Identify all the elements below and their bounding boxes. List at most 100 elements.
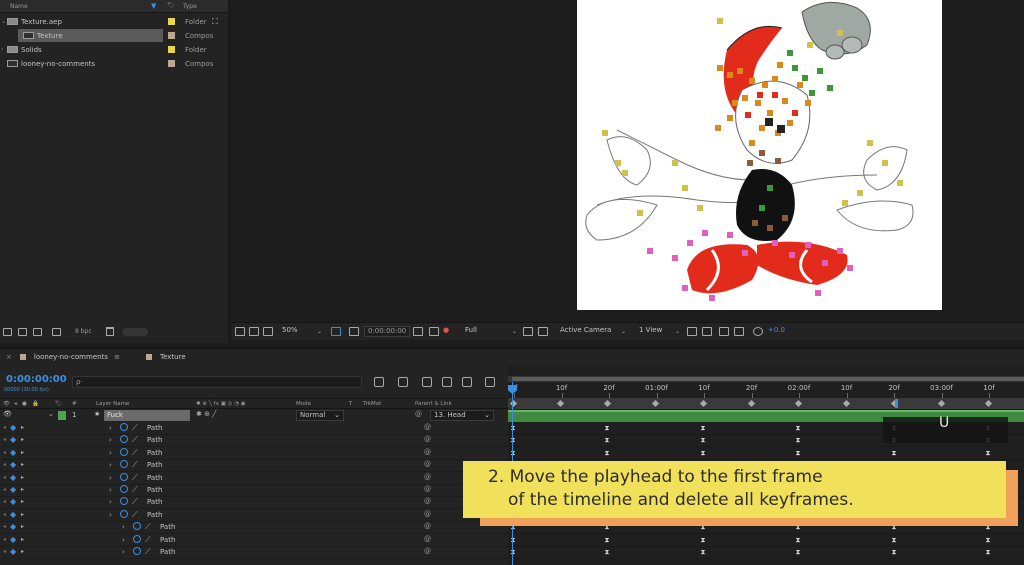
frame-blending-icon[interactable] [442, 377, 452, 387]
project-item[interactable]: › Solids Folder [0, 43, 229, 56]
expression-pick-whip-icon[interactable]: @ [424, 485, 431, 493]
stopwatch-icon[interactable] [120, 509, 128, 518]
keyframe-icon[interactable]: ⧗ [701, 536, 706, 545]
expression-pick-whip-icon[interactable]: @ [424, 473, 431, 481]
graph-icon[interactable]: ⟋ [132, 497, 138, 507]
keyframe-nav-next-icon[interactable]: ▸ [21, 498, 24, 505]
snapshot-icon[interactable] [413, 327, 423, 336]
keyframe-nav-next-icon[interactable]: ▸ [21, 548, 24, 555]
keyframe-icon[interactable]: ⧗ [701, 424, 706, 433]
keyframe-icon[interactable]: ⧗ [796, 548, 801, 557]
exposure-value[interactable]: +0.0 [768, 326, 785, 334]
column-trkmat[interactable]: TrkMat [363, 401, 381, 407]
label-column-icon[interactable]: 🏷 [167, 2, 176, 10]
bit-depth[interactable]: 8 bpc [75, 328, 92, 335]
fast-previews-icon[interactable] [523, 327, 533, 336]
keyframe-icon[interactable]: ⧗ [892, 449, 897, 458]
keyframe-nav-prev-icon[interactable]: ◂ [3, 511, 6, 518]
project-item[interactable]: looney-no-comments Compos [0, 57, 229, 70]
keyframe-nav-prev-icon[interactable]: ◂ [3, 523, 6, 530]
expression-pick-whip-icon[interactable]: @ [424, 448, 431, 456]
comp-mini-flowchart-icon[interactable] [374, 377, 384, 387]
label-color-swatch[interactable] [168, 32, 175, 39]
keyframe-icon[interactable]: ⧗ [796, 436, 801, 445]
chevron-right-icon[interactable]: › [109, 486, 112, 494]
keyframe-icon[interactable]: ⧗ [701, 436, 706, 445]
keyframe-icon[interactable]: ⧗ [986, 536, 991, 545]
pick-whip-icon[interactable]: @ [415, 410, 422, 418]
composition-viewer[interactable] [231, 0, 1024, 322]
graph-icon[interactable]: ⟋ [132, 510, 138, 520]
blend-mode-select[interactable]: Normal ⌄ [296, 410, 344, 421]
flowchart-icon[interactable] [734, 327, 744, 336]
column-name[interactable]: Name [10, 3, 28, 10]
resolution-dropdown-icon[interactable]: ⌄ [512, 328, 517, 335]
keyframe-nav-next-icon[interactable]: ▸ [21, 523, 24, 530]
chevron-right-icon[interactable]: › [109, 424, 112, 432]
graph-icon[interactable]: ⟋ [145, 535, 151, 545]
chevron-right-icon[interactable]: › [109, 449, 112, 457]
add-keyframe-icon[interactable]: ◆ [10, 473, 16, 482]
property-row[interactable]: ◂ ◆ ▸ › ⟋ Path @ [0, 485, 508, 497]
property-row[interactable]: ◂ ◆ ▸ › ⟋ Path @ [0, 522, 508, 535]
work-area-bar[interactable] [508, 398, 1024, 409]
project-scrollbar[interactable] [122, 328, 148, 336]
add-keyframe-icon[interactable]: ◆ [10, 522, 16, 531]
keyframe-icon[interactable]: ⧗ [796, 536, 801, 545]
add-keyframe-icon[interactable]: ◆ [10, 497, 16, 506]
add-keyframe-icon[interactable]: ◆ [10, 510, 16, 519]
chevron-right-icon[interactable]: › [109, 436, 112, 444]
zoom-dropdown-icon[interactable]: ⌄ [317, 328, 322, 335]
expression-pick-whip-icon[interactable]: @ [424, 423, 431, 431]
expression-pick-whip-icon[interactable]: @ [424, 547, 431, 555]
parent-select[interactable]: 13. Head ⌄ [430, 410, 494, 421]
keyframe-track[interactable]: ⧗⧗⧗⧗⧗⧗ [508, 535, 1024, 547]
keyframe-icon[interactable]: ⧗ [892, 548, 897, 557]
label-color-swatch[interactable] [168, 18, 175, 25]
layer-row[interactable]: 👁 ⌄ 1 ★ Fuck ✱ ⊕ ╱ Normal ⌄ @ 13. Head ⌄ [0, 410, 508, 421]
keyframe-nav-prev-icon[interactable]: ◂ [3, 436, 6, 443]
keyframe-nav-next-icon[interactable]: ▸ [21, 449, 24, 456]
chevron-right-icon[interactable]: › [109, 498, 112, 506]
tab-looney-no-comments[interactable]: × looney-no-comments ≡ [6, 353, 120, 361]
graph-editor-icon[interactable] [485, 377, 495, 387]
keyframe-icon[interactable]: ⧗ [605, 436, 610, 445]
chevron-right-icon[interactable]: › [109, 511, 112, 519]
chevron-right-icon[interactable]: › [122, 523, 125, 531]
graph-icon[interactable]: ⟋ [132, 435, 138, 445]
property-row[interactable]: ◂ ◆ ▸ › ⟋ Path @ [0, 460, 508, 473]
viewer-timecode[interactable]: 0:00:00:00 [364, 326, 411, 337]
twirl-down-icon[interactable]: ⌄ [1, 18, 6, 25]
project-item[interactable]: Texture Compos [0, 29, 229, 42]
add-keyframe-icon[interactable]: ◆ [10, 423, 16, 432]
keyframe-icon[interactable]: ⧗ [986, 548, 991, 557]
graph-icon[interactable]: ⟋ [145, 547, 151, 557]
label-color-swatch[interactable] [168, 60, 175, 67]
view-layout[interactable]: 1 View [639, 326, 662, 334]
stopwatch-icon[interactable] [120, 447, 128, 456]
keyframe-nav-next-icon[interactable]: ▸ [21, 461, 24, 468]
audio-icon[interactable]: ◂ [14, 401, 17, 407]
twirl-down-icon[interactable]: ⌄ [48, 410, 54, 418]
expression-pick-whip-icon[interactable]: @ [424, 497, 431, 505]
shy-layers-icon[interactable] [422, 377, 432, 387]
composition-canvas[interactable] [577, 0, 942, 310]
stopwatch-icon[interactable] [120, 485, 128, 493]
transparency-grid-icon[interactable] [538, 327, 548, 336]
keyframe-icon[interactable]: ⧗ [796, 449, 801, 458]
chevron-right-icon[interactable]: › [109, 474, 112, 482]
keyframe-nav-prev-icon[interactable]: ◂ [3, 474, 6, 481]
keyframe-icon[interactable]: ⧗ [986, 449, 991, 458]
lock-icon[interactable]: 🔒 [32, 401, 39, 407]
property-row[interactable]: ◂ ◆ ▸ › ⟋ Path @ [0, 509, 508, 522]
chevron-right-icon[interactable]: › [122, 548, 125, 556]
solo-icon[interactable]: ● [22, 401, 27, 407]
new-folder-icon[interactable] [18, 328, 27, 336]
grid-icon[interactable] [349, 327, 359, 336]
project-item[interactable]: ⌄ Texture.aep Folder ⛶ [0, 15, 229, 28]
chevron-right-icon[interactable]: › [122, 536, 125, 544]
sort-arrow-icon[interactable]: ▼ [151, 2, 156, 10]
keyframe-icon[interactable]: ⧗ [796, 424, 801, 433]
keyframe-icon[interactable]: ⧗ [605, 536, 610, 545]
graph-icon[interactable]: ⟋ [132, 485, 138, 495]
